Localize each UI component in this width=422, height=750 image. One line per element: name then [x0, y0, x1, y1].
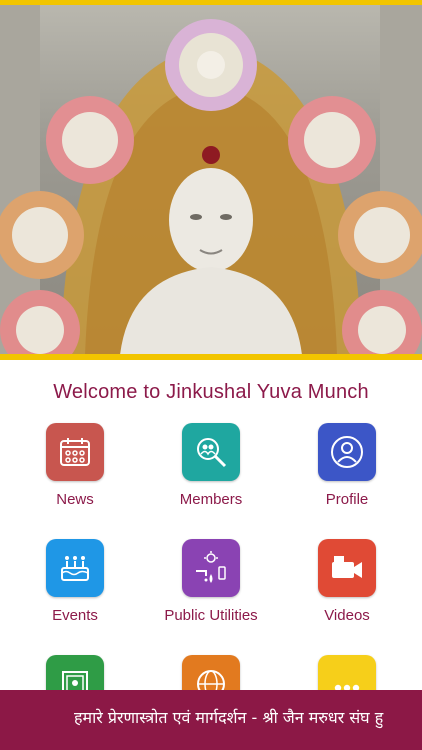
menu-item-label: Members	[179, 491, 243, 508]
menu-item-events[interactable]: Events	[10, 539, 140, 624]
menu-item-label: News	[56, 491, 94, 508]
menu-item-videos[interactable]: Videos	[282, 539, 412, 624]
menu-item-members[interactable]: Members	[146, 423, 276, 508]
people-search-icon	[182, 423, 240, 481]
menu-item-news[interactable]: News	[10, 423, 140, 508]
statue-illustration	[0, 5, 422, 354]
user-icon	[318, 423, 376, 481]
birthday-cake-icon	[46, 539, 104, 597]
menu-item-label: Videos	[324, 607, 370, 624]
ticker-text: हमारे प्रेरणास्त्रोत एवं मार्गदर्शन - श्…	[74, 708, 384, 727]
utilities-icon	[182, 539, 240, 597]
menu-item-profile[interactable]: Profile	[282, 423, 412, 508]
video-camera-icon	[318, 539, 376, 597]
menu-item-public-utilities[interactable]: Public Utilities	[146, 539, 276, 624]
calendar-icon	[46, 423, 104, 481]
menu-item-label: Events	[52, 607, 98, 624]
hero-banner-image	[0, 0, 422, 360]
menu-item-label: Public Utilities	[164, 607, 258, 624]
menu-item-label: Profile	[325, 491, 369, 508]
welcome-title: Welcome to Jinkushal Yuva Munch	[53, 381, 369, 403]
news-ticker[interactable]: हमारे प्रेरणास्त्रोत एवं मार्गदर्शन - श्…	[0, 690, 422, 750]
